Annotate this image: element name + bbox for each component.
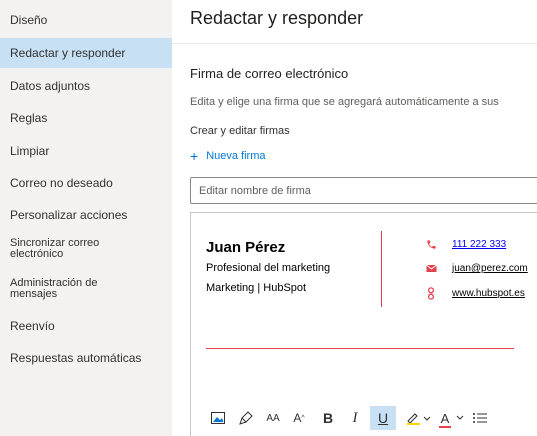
format-toolbar: AA A ^ B I U A — [172, 400, 537, 436]
plus-icon: + — [190, 147, 199, 164]
settings-main-panel: Redactar y responder Firma de correo ele… — [172, 0, 537, 436]
bullets-icon[interactable] — [470, 406, 490, 430]
font-color-icon[interactable]: A — [436, 406, 468, 430]
signature-email-row: juan@perez.com — [424, 263, 528, 274]
new-signature-label: Nueva firma — [206, 150, 266, 162]
sidebar-item-personalizar-acciones[interactable]: Personalizar acciones — [0, 208, 172, 222]
underline-icon[interactable]: U — [370, 406, 396, 430]
sidebar-item-datos-adjuntos[interactable]: Datos adjuntos — [0, 79, 172, 93]
signature-website-row: www.hubspot.es — [424, 287, 525, 300]
section-title: Firma de correo electrónico — [190, 66, 349, 81]
link-icon — [424, 287, 438, 300]
header-divider — [172, 43, 537, 44]
signature-role: Profesional del marketing — [206, 262, 331, 274]
section-description: Edita y elige una firma que se agregará … — [190, 96, 499, 108]
settings-sidebar: Diseño Redactar y responder Datos adjunt… — [0, 0, 172, 436]
sidebar-item-reglas[interactable]: Reglas — [0, 111, 172, 125]
signature-website-link[interactable]: www.hubspot.es — [452, 288, 525, 299]
format-painter-icon[interactable] — [236, 406, 256, 430]
highlight-icon[interactable] — [403, 406, 435, 430]
signature-company: Marketing | HubSpot — [206, 282, 307, 294]
insert-image-icon[interactable] — [208, 406, 228, 430]
signature-phone-link[interactable]: 111 222 333 — [452, 239, 506, 250]
sidebar-item-reenvio[interactable]: Reenvío — [0, 319, 172, 333]
phone-icon — [424, 239, 438, 250]
sidebar-item-limpiar[interactable]: Limpiar — [0, 144, 172, 158]
signature-name-input[interactable] — [190, 177, 537, 204]
italic-icon[interactable]: I — [344, 406, 366, 430]
sidebar-item-administracion-mensajes[interactable]: Administración de mensajes — [0, 278, 140, 300]
sidebar-item-respuestas-automaticas[interactable]: Respuestas automáticas — [0, 351, 172, 365]
signature-full-name: Juan Pérez — [206, 239, 286, 256]
bold-icon[interactable]: B — [317, 406, 339, 430]
sidebar-item-redactar-y-responder[interactable]: Redactar y responder — [0, 38, 172, 68]
signature-phone-row: 111 222 333 — [424, 239, 506, 250]
create-edit-signatures-label: Crear y editar firmas — [190, 125, 290, 137]
sidebar-item-diseno[interactable]: Diseño — [0, 13, 172, 27]
signature-vertical-divider — [381, 231, 382, 307]
sidebar-item-sincronizar-correo[interactable]: Sincronizar correo electrónico — [0, 238, 140, 260]
font-size-icon[interactable]: AA — [262, 406, 284, 430]
signature-horizontal-divider — [206, 348, 514, 349]
font-size-increase-icon[interactable]: A ^ — [288, 406, 310, 430]
envelope-icon — [424, 264, 438, 273]
new-signature-button[interactable]: + Nueva firma — [190, 147, 266, 164]
signature-email-link[interactable]: juan@perez.com — [452, 263, 528, 274]
page-title: Redactar y responder — [190, 8, 364, 28]
sidebar-item-correo-no-deseado[interactable]: Correo no deseado — [0, 176, 172, 190]
